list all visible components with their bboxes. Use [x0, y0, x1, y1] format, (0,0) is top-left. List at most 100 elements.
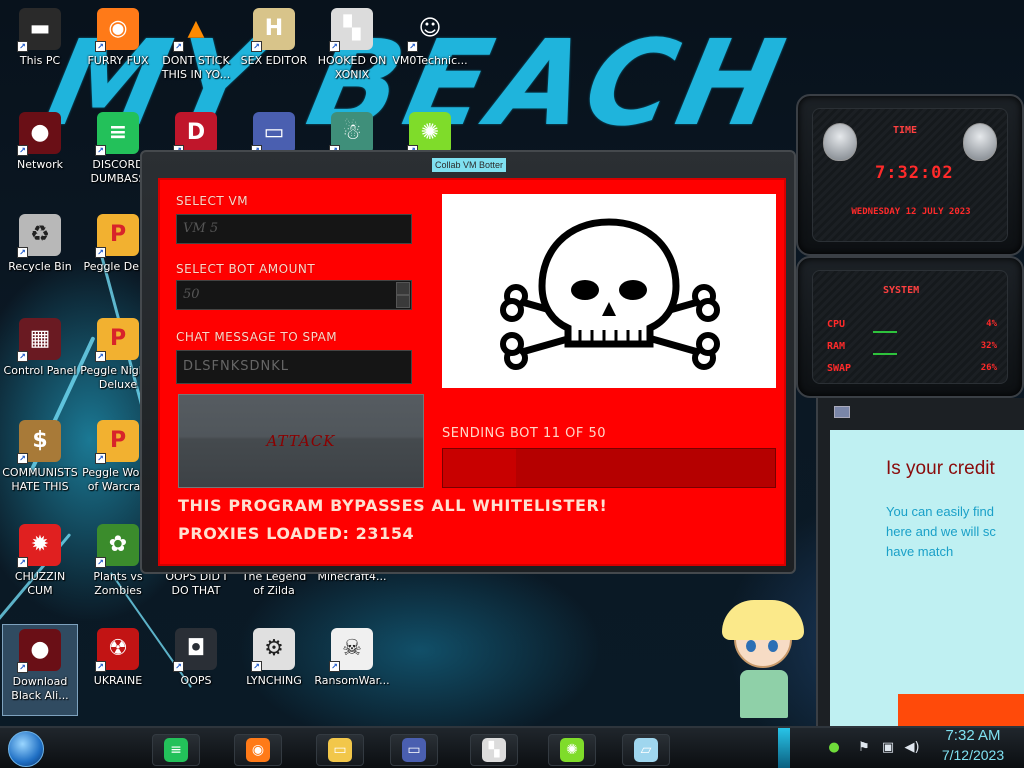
desktop-icon-label: Recycle Bin — [8, 260, 72, 273]
shortcut-arrow-icon: ↗ — [17, 145, 28, 156]
desktop-icon[interactable]: ▬ ↗ This PC — [2, 4, 78, 96]
page-body-line: have match — [886, 544, 954, 559]
skull-icon: ☠ ↗ — [329, 628, 373, 672]
window-title: Collab VM Botter — [432, 158, 507, 172]
stepper-up-button[interactable] — [396, 282, 410, 295]
desktop-icon[interactable]: ▦ ↗ Control Panel — [2, 314, 78, 406]
collab-vm-botter-window[interactable]: Collab VM Botter SELECT VM VM 5 SELECT B… — [140, 150, 796, 574]
flag-icon[interactable]: ⚑ — [856, 740, 872, 756]
system-stat-value: 32% — [980, 341, 997, 351]
desktop-icon[interactable]: ✹ ↗ CHUZZIN CUM — [2, 520, 78, 612]
devcpp-icon: D↗ — [173, 112, 217, 156]
chat-message-field[interactable]: DLSFNKSDNKL — [176, 350, 412, 384]
desktop-icon[interactable]: ☢ ↗ UKRAINE — [80, 624, 156, 716]
shortcut-arrow-icon: ↗ — [407, 41, 418, 52]
santa-game-icon: ☃↗ — [329, 112, 373, 156]
desktop-icon[interactable]: ◉ ↗ FURRY FUX — [80, 4, 156, 96]
gear-person-icon: ⚙ ↗ — [251, 628, 295, 672]
desktop-icon-label: Download Black Ali... — [11, 675, 69, 702]
chuzzle-icon: ✹ ↗ — [17, 524, 61, 568]
time-gadget[interactable]: TIME 7:32:02 WEDNESDAY 12 JULY 2023 — [796, 94, 1024, 256]
select-vm-value: VM 5 — [183, 221, 219, 236]
taskbar: ≡ ◉ ▭ ▭ ▚ ✺ ▱ ● ⚑ ▣ ◀) — [0, 726, 1024, 768]
desktop-icon-label: SEX EDITOR — [240, 54, 308, 67]
taskbar-clock-time[interactable]: 7:32 AM — [938, 727, 1008, 744]
page-body-line: You can easily find — [886, 504, 994, 519]
side-browser-window[interactable]: Is your credit You can easily find here … — [816, 398, 1024, 726]
time-gadget-date: WEDNESDAY 12 JULY 2023 — [851, 207, 971, 217]
time-gadget-panel: TIME 7:32:02 WEDNESDAY 12 JULY 2023 — [812, 108, 1008, 242]
shortcut-arrow-icon: ↗ — [95, 41, 106, 52]
shortcut-arrow-icon: ↗ — [95, 351, 106, 362]
desktop-icon[interactable]: ☠ ↗ RansomWar... — [314, 624, 390, 716]
system-gadget-panel: SYSTEM CPU 4% RAM 32% SWAP 26% — [812, 270, 1008, 384]
bot-amount-stepper[interactable]: 50 — [176, 280, 412, 310]
desktop-icon-label: The Legend of Zilda — [241, 570, 307, 597]
desktop-icon[interactable]: ◘ ↗ OOPS — [158, 624, 234, 716]
desktop-icon[interactable]: ♻ ↗ Recycle Bin — [2, 210, 78, 302]
taskbar-clock-date[interactable]: 7/12/2023 — [930, 747, 1016, 763]
desktop-icon-label: DONT STICK THIS IN YO... — [161, 54, 231, 81]
system-stat-label: RAM — [827, 341, 846, 352]
taskbar-button[interactable]: ▭ — [390, 734, 438, 766]
shortcut-arrow-icon: ↗ — [17, 557, 28, 568]
taskbar-button[interactable]: ▭ — [316, 734, 364, 766]
desktop-icon[interactable]: ▚ ↗ HOOKED ON XONIX — [314, 4, 390, 96]
desktop-icon[interactable]: $↗COMMUNISTS HATE THIS G... — [2, 416, 78, 508]
network-icon[interactable]: ▣ — [880, 740, 896, 756]
chat-message-label: CHAT MESSAGE TO SPAM — [176, 330, 338, 344]
stepper-down-button[interactable] — [396, 295, 410, 308]
desktop-icon[interactable]: ● ↗ Network — [2, 108, 78, 200]
network-orb-icon: ● ↗ — [17, 629, 61, 673]
taskbar-button[interactable]: ≡ — [152, 734, 200, 766]
desktop-icon-label: HOOKED ON XONIX — [317, 54, 387, 81]
volume-icon[interactable]: ◀) — [904, 740, 920, 756]
taskbar-button[interactable]: ◉ — [234, 734, 282, 766]
bot-amount-value: 50 — [183, 287, 200, 302]
desktop-icon[interactable]: ☺ ↗ VM0Technic... — [392, 4, 468, 96]
desktop-icon-label: This PC — [19, 54, 61, 67]
chat-app-icon: ≡ — [164, 738, 188, 762]
system-gadget[interactable]: SYSTEM CPU 4% RAM 32% SWAP 26% — [796, 256, 1024, 398]
desktop-icon[interactable]: ● ↗ Download Black Ali... — [2, 624, 78, 716]
shortcut-arrow-icon: ↗ — [251, 661, 262, 672]
browser-tab-icon[interactable] — [834, 406, 850, 418]
peggle-icon: P ↗ — [95, 420, 139, 464]
shortcut-arrow-icon: ↗ — [17, 662, 28, 673]
shortcut-arrow-icon: ↗ — [95, 145, 106, 156]
radiation-icon: ☢ ↗ — [95, 628, 139, 672]
select-vm-field[interactable]: VM 5 — [176, 214, 412, 244]
start-orb-icon[interactable] — [8, 731, 44, 767]
taskbar-button[interactable]: ✺ — [548, 734, 596, 766]
page-orange-button[interactable] — [898, 694, 1024, 726]
alien-head-icon — [823, 123, 857, 161]
shortcut-arrow-icon: ↗ — [251, 41, 262, 52]
browser-page-content: Is your credit You can easily find here … — [830, 430, 1024, 726]
shortcut-arrow-icon: ↗ — [173, 661, 184, 672]
firefox-icon: ◉ ↗ — [95, 8, 139, 52]
desktop-icon-label: Control Panel — [3, 364, 77, 377]
card-app-icon: ▭ — [402, 738, 426, 762]
desktop-icon-label: VM0Technic... — [392, 54, 468, 67]
taskbar-button[interactable]: ▱ — [622, 734, 670, 766]
proxies-loaded-text: PROXIES LOADED: 23154 — [178, 524, 415, 543]
desktop-icon-label: Network — [17, 158, 63, 171]
technician-person-icon: ☺ ↗ — [407, 8, 451, 52]
peggle-icon: P ↗ — [95, 318, 139, 362]
desktop-icon[interactable]: ▲ ↗ DONT STICK THIS IN YO... — [158, 4, 234, 96]
desktop-icon[interactable]: H ↗ SEX EDITOR — [236, 4, 312, 96]
shortcut-arrow-icon: ↗ — [329, 661, 340, 672]
progress-bar — [442, 448, 776, 488]
select-vm-label: SELECT VM — [176, 194, 249, 208]
shortcut-arrow-icon: ↗ — [329, 41, 340, 52]
desktop-icon[interactable]: ⚙ ↗ LYNCHING — [236, 624, 312, 716]
vlc-cone-icon: ▲ ↗ — [173, 8, 217, 52]
shortcut-arrow-icon: ↗ — [95, 661, 106, 672]
system-stat-value: 4% — [986, 319, 997, 329]
skull-image-panel — [442, 194, 776, 388]
lime-tray-icon[interactable]: ● — [826, 740, 842, 756]
attack-button[interactable]: ATTACK — [178, 394, 424, 488]
network-orb-icon: ● ↗ — [17, 112, 61, 156]
taskbar-button[interactable]: ▚ — [470, 734, 518, 766]
shortcut-arrow-icon: ↗ — [17, 453, 28, 464]
